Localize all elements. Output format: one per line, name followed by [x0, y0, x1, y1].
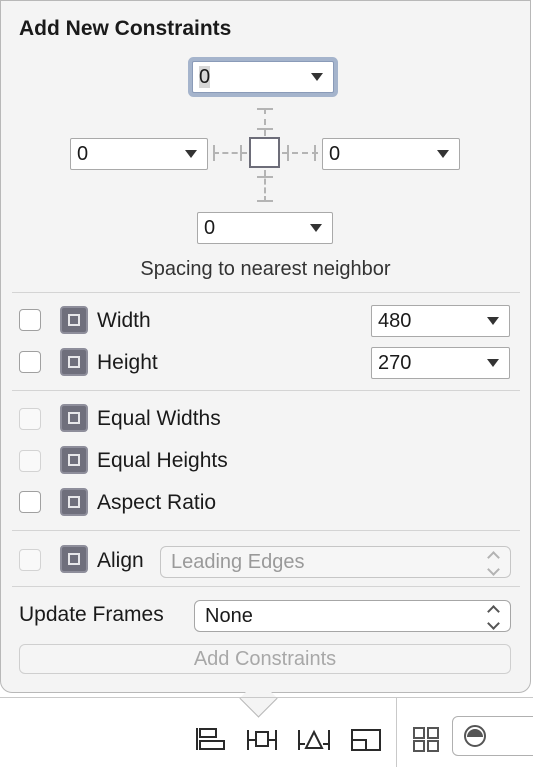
chevron-down-icon[interactable]	[437, 150, 449, 158]
aspect-ratio-icon	[60, 488, 88, 516]
bottom-strut-cap	[257, 176, 273, 178]
height-label: Height	[97, 351, 158, 374]
view-placeholder	[249, 137, 280, 168]
align-value: Leading Edges	[171, 550, 305, 573]
top-strut-cap	[257, 108, 273, 110]
bottom-strut-cap	[257, 200, 273, 202]
divider	[12, 390, 520, 391]
resolve-issues-icon[interactable]	[297, 726, 331, 752]
chevron-down-icon[interactable]	[311, 73, 323, 81]
size-class-icon[interactable]	[412, 726, 440, 752]
right-spacing-value: 0	[329, 142, 341, 165]
bottom-spacing-value: 0	[204, 216, 216, 239]
pin-icon[interactable]	[246, 726, 278, 752]
popover-title: Add New Constraints	[19, 17, 232, 40]
add-constraints-button[interactable]: Add Constraints	[19, 644, 511, 674]
divider	[12, 530, 520, 531]
right-strut-cap	[314, 145, 316, 161]
top-strut-cap	[257, 128, 273, 130]
appearance-field[interactable]	[452, 716, 533, 756]
top-strut[interactable]	[264, 108, 266, 136]
bottom-strut[interactable]	[264, 170, 266, 202]
left-spacing-value: 0	[77, 142, 89, 165]
update-frames-label: Update Frames	[19, 603, 164, 626]
right-strut-cap	[287, 145, 289, 161]
right-spacing-combo[interactable]: 0	[322, 138, 460, 170]
align-popup[interactable]: Leading Edges	[160, 546, 511, 578]
width-checkbox[interactable]	[19, 309, 41, 331]
align-checkbox[interactable]	[19, 549, 41, 571]
left-strut-cap	[240, 145, 242, 161]
divider	[12, 292, 520, 293]
equal-widths-icon	[60, 404, 88, 432]
up-down-chevron-icon	[486, 550, 500, 576]
divider	[12, 586, 520, 587]
width-constraint-icon	[60, 306, 88, 334]
aspect-ratio-label: Aspect Ratio	[97, 491, 217, 514]
chevron-down-icon[interactable]	[487, 317, 499, 325]
height-checkbox[interactable]	[19, 351, 41, 373]
spacing-caption: Spacing to nearest neighbor	[140, 258, 391, 280]
resizing-behavior-icon[interactable]	[350, 726, 382, 752]
width-combo[interactable]: 480	[371, 305, 510, 337]
update-frames-value: None	[205, 604, 253, 627]
align-icon[interactable]	[195, 726, 227, 752]
top-spacing-combo[interactable]: 0	[192, 61, 334, 93]
appearance-icon	[464, 725, 486, 747]
width-label: Width	[97, 309, 151, 332]
width-value: 480	[378, 309, 412, 332]
up-down-chevron-icon	[486, 604, 500, 630]
update-frames-popup[interactable]: None	[194, 600, 511, 632]
equal-widths-label: Equal Widths	[97, 407, 221, 430]
height-constraint-icon	[60, 348, 88, 376]
equal-widths-checkbox[interactable]	[19, 408, 41, 430]
chevron-down-icon[interactable]	[310, 224, 322, 232]
equal-heights-icon	[60, 446, 88, 474]
left-spacing-combo[interactable]: 0	[70, 138, 208, 170]
toolbar-separator	[396, 697, 397, 767]
aspect-ratio-checkbox[interactable]	[19, 491, 41, 513]
left-strut-cap	[213, 145, 215, 161]
height-value: 270	[378, 351, 412, 374]
top-spacing-value: 0	[199, 65, 211, 88]
bottom-spacing-combo[interactable]: 0	[197, 212, 333, 244]
toolbar-top-border	[0, 697, 533, 698]
chevron-down-icon[interactable]	[487, 359, 499, 367]
height-combo[interactable]: 270	[371, 347, 510, 379]
align-icon	[60, 545, 88, 573]
align-label: Align	[97, 549, 144, 572]
chevron-down-icon[interactable]	[185, 150, 197, 158]
equal-heights-checkbox[interactable]	[19, 450, 41, 472]
equal-heights-label: Equal Heights	[97, 449, 228, 472]
